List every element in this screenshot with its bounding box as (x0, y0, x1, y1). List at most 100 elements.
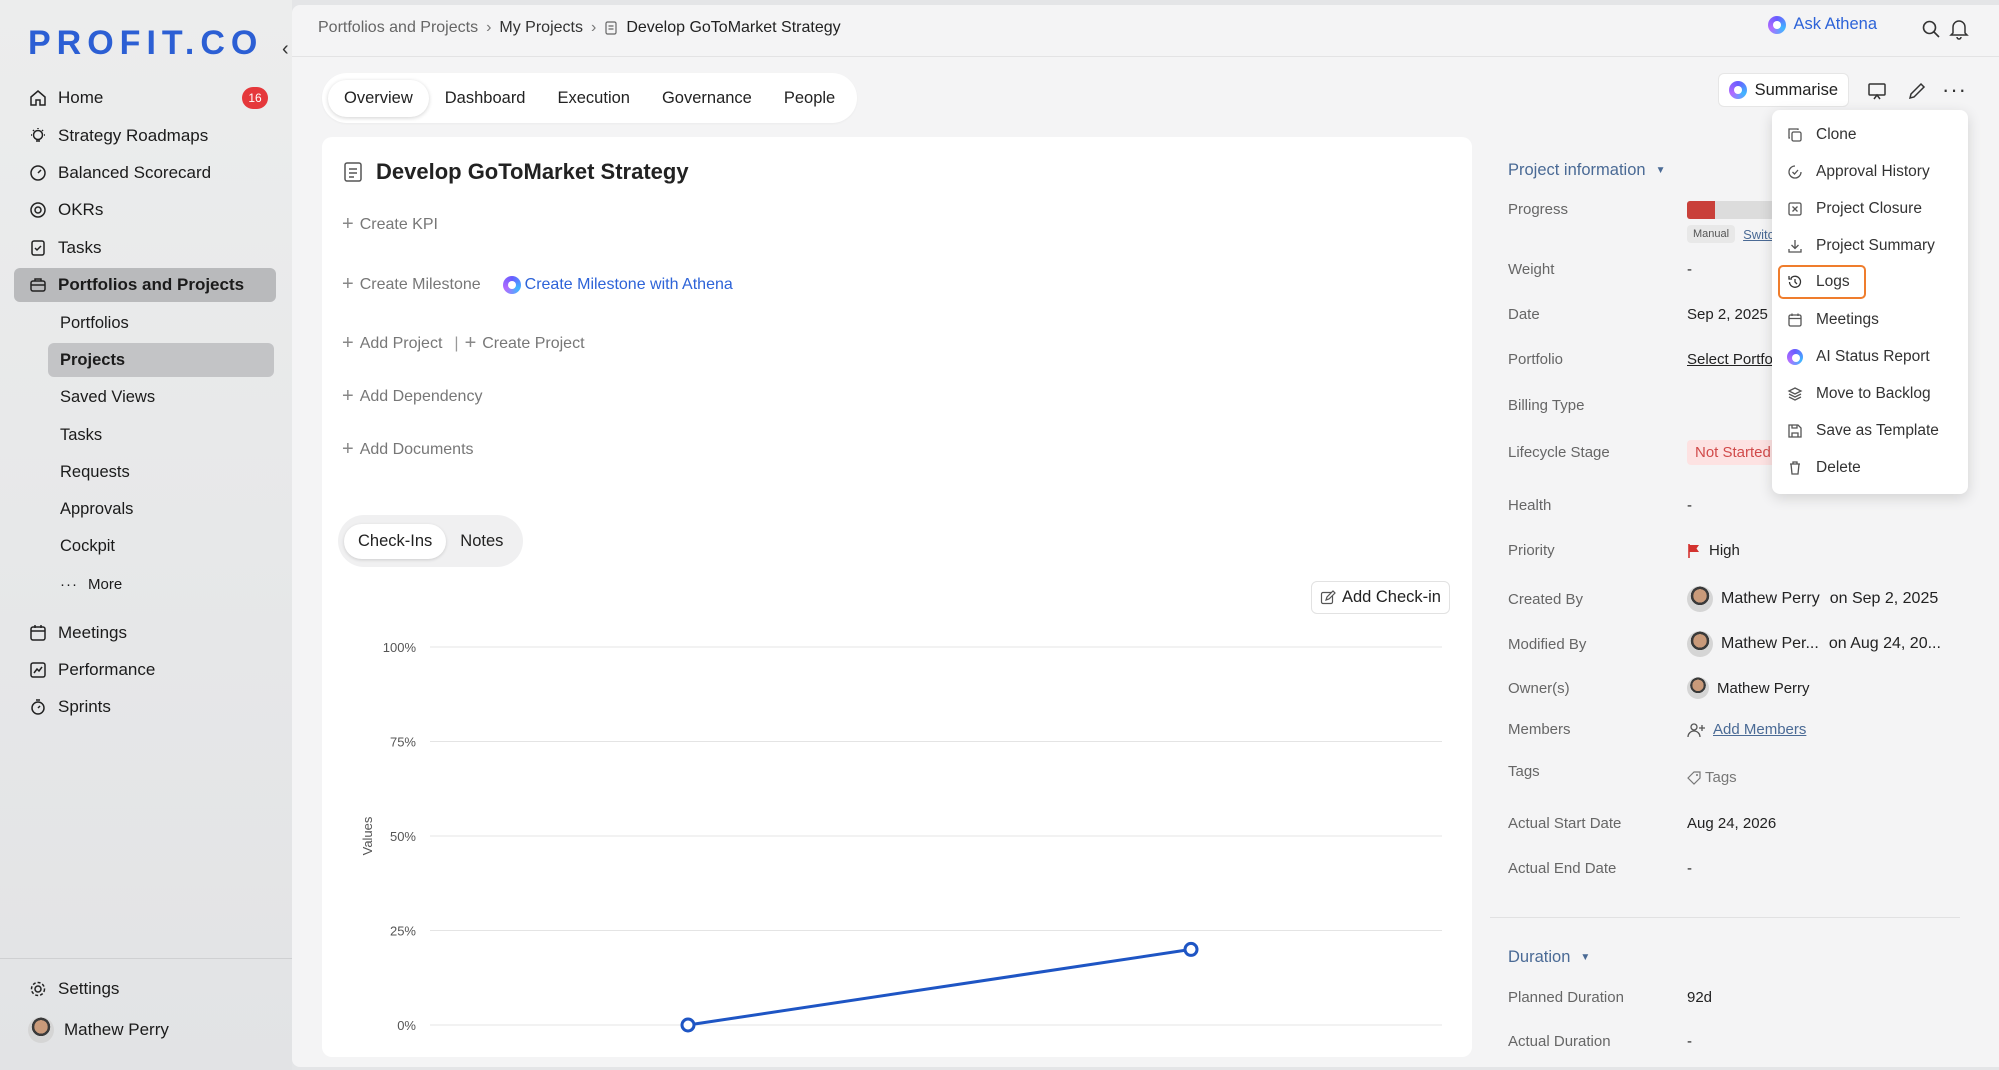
progress-mode-chip: Manual (1687, 225, 1736, 243)
sidebar-item-performance[interactable]: Performance (14, 653, 276, 687)
presentation-icon[interactable] (1867, 81, 1887, 106)
y-tick-label: 75% (390, 735, 416, 750)
y-axis-label: Values (360, 816, 375, 855)
ask-athena-button[interactable]: Ask Athena (1767, 15, 1877, 34)
priority-value[interactable]: High (1687, 542, 1740, 559)
create-milestone-athena-link[interactable]: Create Milestone with Athena (502, 275, 733, 294)
info-label: Lifecycle Stage (1508, 444, 1610, 461)
app-logo[interactable]: PROFIT.CO (28, 24, 263, 63)
sidebar-divider (0, 958, 292, 959)
breadcrumb-separator: › (590, 19, 597, 36)
sidebar-item-okrs[interactable]: OKRs (14, 193, 276, 227)
add-dependency-button[interactable]: + Add Dependency (342, 385, 482, 408)
create-kpi-button[interactable]: + Create KPI (342, 213, 438, 236)
info-label: Members (1508, 721, 1571, 738)
breadcrumb-current: Develop GoToMarket Strategy (626, 19, 841, 36)
top-bar: Portfolios and Projects › My Projects › … (292, 5, 1999, 57)
info-row-actual-start-date: Actual Start Date Aug 24, 2026 (1508, 815, 1958, 832)
create-milestone-button[interactable]: + Create Milestone (342, 273, 481, 296)
sidebar-subitem-requests[interactable]: Requests (48, 455, 274, 489)
menu-item-save-as-template[interactable]: Save as Template (1786, 416, 1939, 446)
search-icon[interactable] (1921, 19, 1941, 44)
checkin-notes-tabs: Check-Ins Notes (338, 515, 524, 567)
sidebar-subitem-tasks[interactable]: Tasks (48, 418, 274, 452)
menu-item-delete[interactable]: Delete (1786, 453, 1861, 483)
add-members-button[interactable]: Add Members (1687, 721, 1806, 738)
tab-check-ins[interactable]: Check-Ins (344, 523, 447, 559)
sidebar-item-strategy-roadmaps[interactable]: Strategy Roadmaps (14, 119, 276, 153)
add-documents-button[interactable]: + Add Documents (342, 438, 474, 461)
sidebar-subitem-cockpit[interactable]: Cockpit (48, 529, 274, 563)
actual-start-date-field[interactable]: Aug 24, 2026 (1687, 815, 1776, 832)
athena-icon (502, 275, 521, 294)
sidebar-subitem-saved-views[interactable]: Saved Views (48, 380, 274, 414)
select-portfolio-link[interactable]: Select Portfo (1687, 351, 1773, 368)
menu-item-approval-history[interactable]: Approval History (1786, 157, 1930, 187)
edit-icon[interactable] (1907, 81, 1927, 106)
owner-value[interactable]: Mathew Perry (1687, 677, 1810, 699)
sidebar-subitem-approvals[interactable]: Approvals (48, 492, 274, 526)
tag-icon (1687, 770, 1701, 785)
sidebar-item-portfolios-and-projects[interactable]: Portfolios and Projects (14, 268, 276, 302)
sidebar-item-balanced-scorecard[interactable]: Balanced Scorecard (14, 156, 276, 190)
add-check-in-button[interactable]: Add Check-in (1310, 581, 1450, 614)
sidebar-item-settings[interactable]: Settings (14, 972, 276, 1006)
duration-toggle[interactable]: Duration ▼ (1508, 948, 1590, 967)
menu-item-project-closure[interactable]: Project Closure (1786, 194, 1922, 224)
menu-item-meetings[interactable]: Meetings (1786, 305, 1879, 335)
tab-notes[interactable]: Notes (446, 524, 517, 559)
breadcrumb-item[interactable]: Portfolios and Projects (318, 19, 478, 37)
sidebar-subitem-portfolios[interactable]: Portfolios (48, 306, 274, 340)
sidebar-item-meetings[interactable]: Meetings (14, 616, 276, 650)
info-value[interactable]: - (1687, 497, 1692, 514)
tab-governance[interactable]: Governance (646, 80, 768, 117)
menu-item-project-summary[interactable]: Project Summary (1786, 231, 1935, 261)
document-icon (604, 21, 618, 35)
actual-end-date-field[interactable]: - (1687, 860, 1692, 877)
sidebar-user[interactable]: Mathew Perry (14, 1013, 276, 1047)
sidebar-subitem-more[interactable]: ··· More (48, 567, 274, 601)
sidebar-item-label: Balanced Scorecard (58, 163, 212, 182)
info-label: Actual End Date (1508, 860, 1617, 877)
add-project-button[interactable]: + Add Project (342, 332, 442, 355)
date-field[interactable]: Sep 2, 2025 (1687, 306, 1768, 323)
more-options-icon[interactable]: ··· (1942, 77, 1967, 103)
summarise-button[interactable]: Summarise (1717, 73, 1849, 107)
status-badge[interactable]: Not Started (1687, 440, 1779, 465)
calendar-icon (28, 623, 48, 643)
info-row-health: Health - (1508, 497, 1958, 514)
sidebar-item-home[interactable]: Home 16 (14, 81, 276, 115)
y-tick-label: 0% (397, 1018, 416, 1033)
menu-item-logs[interactable]: Logs (1778, 265, 1866, 299)
info-row-created-by: Created By Mathew Perry on Sep 2, 2025 (1508, 586, 1958, 612)
tab-dashboard[interactable]: Dashboard (429, 80, 542, 117)
sidebar-item-sprints[interactable]: Sprints (14, 690, 276, 724)
tab-people[interactable]: People (768, 80, 851, 117)
add-project-label: Add Project (359, 334, 443, 352)
sidebar-item-label: OKRs (58, 200, 104, 219)
sidebar-subitem-projects[interactable]: Projects (48, 343, 274, 377)
stopwatch-icon (28, 697, 48, 717)
athena-icon (1728, 81, 1747, 99)
bell-icon[interactable] (1949, 18, 1969, 45)
project-information-toggle[interactable]: Project information ▼ (1508, 161, 1665, 180)
tab-overview[interactable]: Overview (328, 79, 429, 117)
tags-button[interactable]: Tags (1687, 769, 1737, 786)
menu-item-clone[interactable]: Clone (1786, 120, 1857, 150)
tab-execution[interactable]: Execution (542, 80, 646, 117)
home-icon (28, 88, 48, 108)
download-icon (1786, 237, 1804, 255)
menu-item-ai-status-report[interactable]: AI Status Report (1786, 342, 1930, 372)
copy-icon (1786, 126, 1804, 144)
switch-link[interactable]: Switc (1743, 227, 1774, 242)
sidebar-item-label: Settings (58, 979, 120, 998)
create-project-label: Create Project (482, 334, 585, 352)
collapse-sidebar-icon[interactable]: ‹ (282, 38, 289, 61)
breadcrumb-item[interactable]: My Projects (499, 19, 583, 37)
create-project-button[interactable]: + Create Project (465, 332, 585, 355)
info-label: Tags (1508, 763, 1540, 780)
menu-item-move-to-backlog[interactable]: Move to Backlog (1786, 379, 1931, 409)
sidebar-item-tasks[interactable]: Tasks (14, 231, 276, 265)
add-dependency-label: Add Dependency (359, 387, 483, 405)
info-label: Priority (1508, 542, 1555, 559)
